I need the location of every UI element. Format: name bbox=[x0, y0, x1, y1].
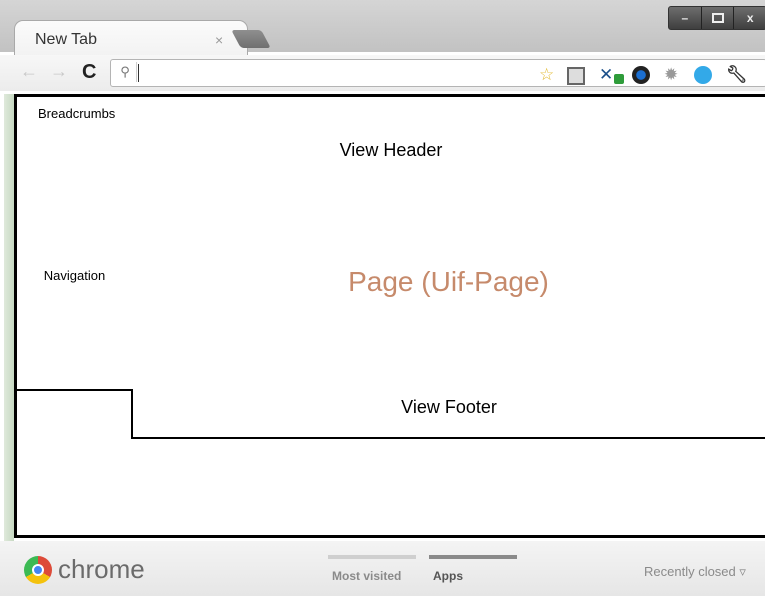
page-area: Page (Uif-Page) bbox=[132, 179, 765, 391]
puzzle-icon[interactable]: ✕ bbox=[599, 65, 613, 85]
page-icon[interactable] bbox=[567, 67, 585, 85]
reload-icon[interactable]: C bbox=[82, 61, 96, 84]
navigation-panel: Navigation bbox=[17, 179, 134, 391]
recently-closed-menu[interactable]: Recently closed ▿ bbox=[644, 564, 746, 580]
chrome-logo-icon bbox=[24, 556, 52, 584]
navigation-label: Navigation bbox=[43, 268, 106, 283]
search-icon: ⚲ bbox=[114, 62, 137, 82]
apps-indicator bbox=[429, 555, 517, 559]
text-caret bbox=[138, 64, 139, 82]
ntp-footer: chrome Most visited Apps Recently closed… bbox=[0, 541, 765, 596]
tab-new-tab[interactable]: New Tab × bbox=[14, 20, 248, 57]
skype-icon[interactable] bbox=[694, 66, 712, 84]
close-window-button[interactable]: x bbox=[734, 7, 765, 29]
forward-icon[interactable]: → bbox=[50, 61, 68, 82]
tab-apps[interactable]: Apps bbox=[433, 569, 463, 583]
bookmark-star-icon[interactable]: ☆ bbox=[539, 65, 554, 85]
view-footer-label: View Footer bbox=[401, 397, 497, 417]
tab-most-visited[interactable]: Most visited bbox=[332, 569, 401, 583]
tab-title: New Tab bbox=[35, 31, 97, 48]
window-edge bbox=[4, 94, 14, 544]
view-footer: View Footer bbox=[131, 389, 765, 439]
wrench-icon[interactable]: 🔧︎ bbox=[726, 65, 748, 85]
window-controls: – x bbox=[668, 6, 765, 30]
maximize-icon bbox=[711, 13, 724, 23]
minimize-button[interactable]: – bbox=[669, 7, 702, 29]
gear-icon[interactable]: ✹ bbox=[664, 65, 678, 85]
breadcrumb-label: Breadcrumbs bbox=[38, 106, 116, 121]
view-header-label: View Header bbox=[339, 140, 443, 160]
browser-toolbar: ← → C ⚲ ☆ ✕ ✹ 🔧︎ bbox=[0, 55, 765, 91]
chrome-logo-text: chrome bbox=[58, 554, 145, 584]
tab-close-icon[interactable]: × bbox=[215, 32, 223, 48]
breadcrumb: Breadcrumbs bbox=[17, 97, 765, 131]
address-bar[interactable]: ⚲ ☆ ✕ ✹ 🔧︎ bbox=[110, 59, 765, 87]
color-wheel-icon[interactable] bbox=[632, 66, 650, 84]
most-visited-indicator bbox=[328, 555, 416, 559]
maximize-button[interactable] bbox=[702, 7, 735, 29]
page-label: Page (Uif-Page) bbox=[348, 266, 549, 297]
view-header: View Header bbox=[17, 129, 765, 181]
back-icon[interactable]: ← bbox=[20, 61, 38, 82]
extension-badge-icon bbox=[614, 74, 624, 84]
